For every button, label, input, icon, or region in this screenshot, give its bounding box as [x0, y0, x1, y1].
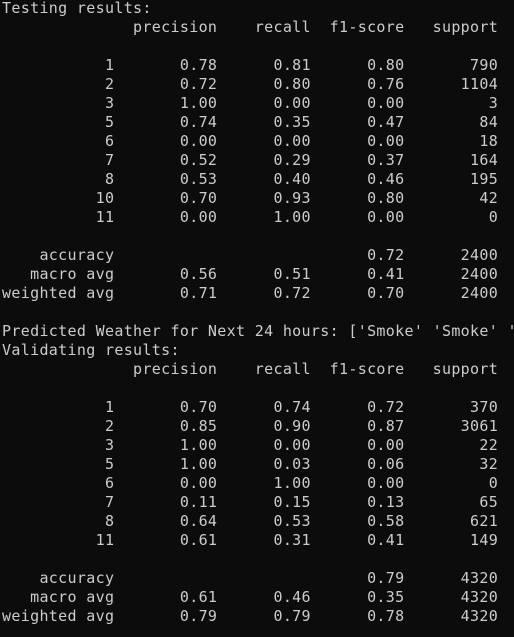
- testing-table-header: precision recall f1-score support: [2, 18, 499, 36]
- testing-macro-avg-row: macro avg 0.56 0.51 0.41 2400: [2, 265, 499, 283]
- validating-row-class-3: 3 1.00 0.00 0.00 22: [2, 436, 499, 454]
- validating-accuracy-row: accuracy 0.79 4320: [2, 569, 499, 587]
- testing-row-class-3: 3 1.00 0.00 0.00 3: [2, 94, 499, 112]
- testing-row-class-10: 10 0.70 0.93 0.80 42: [2, 189, 499, 207]
- testing-row-class-8: 8 0.53 0.40 0.46 195: [2, 170, 499, 188]
- testing-row-class-7: 7 0.52 0.29 0.37 164: [2, 151, 499, 169]
- terminal-output[interactable]: Testing results: precision recall f1-sco…: [2, 0, 514, 637]
- validating-row-class-7: 7 0.11 0.15 0.13 65: [2, 493, 499, 511]
- validating-row-class-2: 2 0.85 0.90 0.87 3061: [2, 417, 499, 435]
- validating-macro-avg-row: macro avg 0.61 0.46 0.35 4320: [2, 588, 499, 606]
- validating-weighted-avg-row: weighted avg 0.79 0.79 0.78 4320: [2, 607, 499, 625]
- validating-row-class-5: 5 1.00 0.03 0.06 32: [2, 455, 499, 473]
- validating-row-class-11: 11 0.61 0.31 0.41 149: [2, 531, 499, 549]
- predicted-weather-line: Predicted Weather for Next 24 hours: ['S…: [2, 322, 514, 340]
- validating-table-header: precision recall f1-score support: [2, 360, 499, 378]
- validating-results-heading: Validating results:: [2, 341, 180, 359]
- validating-row-class-8: 8 0.64 0.53 0.58 621: [2, 512, 499, 530]
- testing-results-heading: Testing results:: [2, 0, 152, 17]
- testing-row-class-6: 6 0.00 0.00 0.00 18: [2, 132, 499, 150]
- validating-row-class-6: 6 0.00 1.00 0.00 0: [2, 474, 499, 492]
- testing-row-class-2: 2 0.72 0.80 0.76 1104: [2, 75, 499, 93]
- testing-row-class-1: 1 0.78 0.81 0.80 790: [2, 56, 499, 74]
- testing-row-class-5: 5 0.74 0.35 0.47 84: [2, 113, 499, 131]
- validating-row-class-1: 1 0.70 0.74 0.72 370: [2, 398, 499, 416]
- testing-row-class-11: 11 0.00 1.00 0.00 0: [2, 208, 499, 226]
- testing-accuracy-row: accuracy 0.72 2400: [2, 246, 499, 264]
- testing-weighted-avg-row: weighted avg 0.71 0.72 0.70 2400: [2, 284, 499, 302]
